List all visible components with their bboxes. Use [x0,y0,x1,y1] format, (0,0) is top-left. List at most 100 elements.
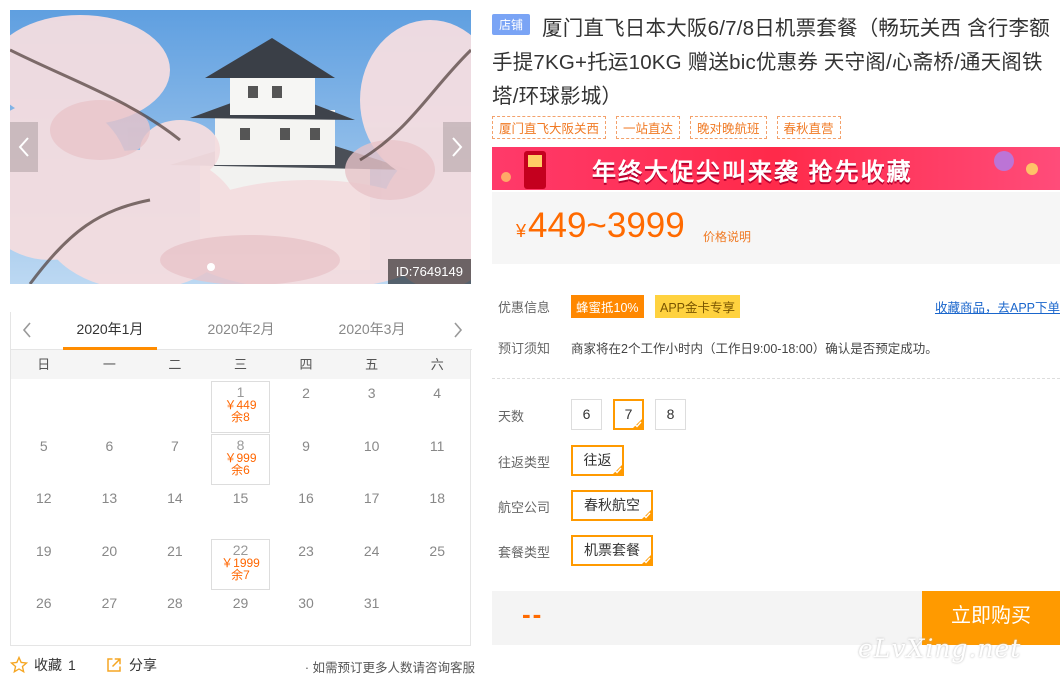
calendar-day: 4 [404,381,470,434]
calendar-day: 23 [273,539,339,592]
day-number: 13 [101,490,118,506]
calendar-day: 15 [208,486,274,539]
calendar-day: 3 [339,381,405,434]
price-value: 449~3999 [528,206,685,245]
day-number: 8 [236,436,245,453]
favorite-app-link[interactable]: 收藏商品，去APP下单 [935,297,1060,316]
day-number: 5 [39,437,48,454]
day-number: 6 [105,437,114,454]
calendar-day: 13 [77,486,143,539]
chevron-left-icon [18,137,29,157]
day-number: 29 [232,595,249,611]
check-icon [643,512,651,519]
product-title-block: 店铺 厦门直飞日本大阪6/7/8日机票套餐（畅玩关西 含行李额手提7KG+托运1… [492,12,1062,114]
product-title: 厦门直飞日本大阪6/7/8日机票套餐（畅玩关西 含行李额手提7KG+托运10KG… [492,17,1050,108]
day-number: 12 [35,490,52,506]
calendar-day: 16 [273,486,339,539]
day-number: 17 [363,490,380,506]
calendar-header: 2020年1月 2020年2月 2020年3月 [11,312,472,350]
check-icon [614,467,622,474]
day-price: ￥999 [224,450,257,465]
favorite-count: 1 [68,657,76,673]
day-remaining: 余8 [231,410,250,424]
calendar-day: 17 [339,486,405,539]
calendar-day: 31 [339,591,405,644]
day-number: 23 [298,542,314,559]
days-option-label: 7 [624,406,633,422]
calendar-day: 29 [208,591,274,644]
product-actions: 收藏 1 分享 · 如需预订更多人数请咨询客服 [10,655,475,675]
calendar-next-button[interactable] [446,318,470,342]
price-range: ¥449~3999 [516,206,685,246]
calendar-empty-cell [142,381,208,434]
weekday-label: 六 [430,357,444,372]
calendar-empty-cell [11,381,77,434]
product-gallery: ID:7649149 [10,10,471,284]
days-option-8[interactable]: 8 [655,399,686,430]
weekday-label: 日 [37,357,51,372]
tab-month-jan[interactable]: 2020年1月 [63,312,157,350]
day-number: 4 [433,385,442,401]
gallery-prev-button[interactable] [10,122,38,172]
trip-type-label: 往返类型 [498,455,551,470]
package-type-label: 套餐类型 [498,545,551,560]
currency-symbol: ¥ [516,221,527,241]
day-number: 3 [367,385,376,401]
trip-option-label: 往返 [583,452,612,468]
day-number: 31 [363,595,380,611]
product-tag: 春秋直营 [776,116,841,139]
day-number: 21 [167,542,183,559]
total-price: -- [522,599,544,629]
calendar-prev-button[interactable] [15,318,39,342]
calendar-day[interactable]: 8 ￥999 余6 [210,433,271,485]
notice-label: 预订须知 [498,341,551,356]
check-icon [643,557,651,564]
tab-month-mar[interactable]: 2020年3月 [325,312,419,350]
gallery-dots [207,263,215,271]
tab-month-feb[interactable]: 2020年2月 [194,312,288,350]
trip-option-roundtrip[interactable]: 往返 [571,445,624,476]
package-option-ticket[interactable]: 机票套餐 [571,535,653,566]
airline-option-spring[interactable]: 春秋航空 [571,490,653,521]
calendar-day: 2 [273,381,339,434]
weekday-label: 三 [233,357,247,372]
promo-banner[interactable]: 年终大促尖叫来袭 抢先收藏 [492,147,1060,190]
calendar-day: 10 [339,434,405,487]
day-number: 28 [167,595,183,611]
calendar-day[interactable]: 22 ￥1999 余7 [210,538,271,590]
favorite-button[interactable]: 收藏 1 [10,655,76,675]
gallery-dot-1[interactable] [207,263,215,271]
shop-badge: 店铺 [492,14,531,35]
calendar-day: 21 [142,539,208,592]
day-number: 16 [298,490,314,506]
day-number: 25 [429,542,445,559]
product-tag: 厦门直飞大阪关西 [492,116,607,139]
price-explanation-link[interactable]: 价格说明 [703,228,751,245]
weekday-label: 四 [299,357,313,372]
airline-label: 航空公司 [498,500,551,515]
day-number: 9 [302,437,310,454]
calendar-day: 19 [11,539,77,592]
calendar-day: 7 [142,434,208,487]
calendar-weekdays: 日 一 二 三 四 五 六 [11,350,470,379]
day-number: 20 [101,542,118,559]
share-button[interactable]: 分享 [105,655,157,675]
notice-text: 商家将在2个工作小时内（工作日9:00-18:00）确认是否预定成功。 [571,342,938,356]
days-option-7[interactable]: 7 [613,399,644,430]
calendar-empty-cell [77,381,143,434]
calendar-day: 14 [142,486,208,539]
calendar-day: 26 [11,591,77,644]
day-number: 11 [429,437,445,454]
calendar-day: 12 [11,486,77,539]
chevron-left-icon [22,322,31,338]
day-remaining: 余6 [231,462,250,477]
day-number: 27 [101,595,118,611]
star-icon [10,656,28,674]
gallery-next-button[interactable] [443,122,471,172]
days-option-6[interactable]: 6 [571,399,602,430]
day-number: 10 [363,437,380,454]
day-remaining: 余7 [231,567,250,582]
day-number: 26 [35,595,52,611]
calendar-day: 20 [77,539,143,592]
calendar-day[interactable]: 1 ￥449 余8 [210,381,271,433]
